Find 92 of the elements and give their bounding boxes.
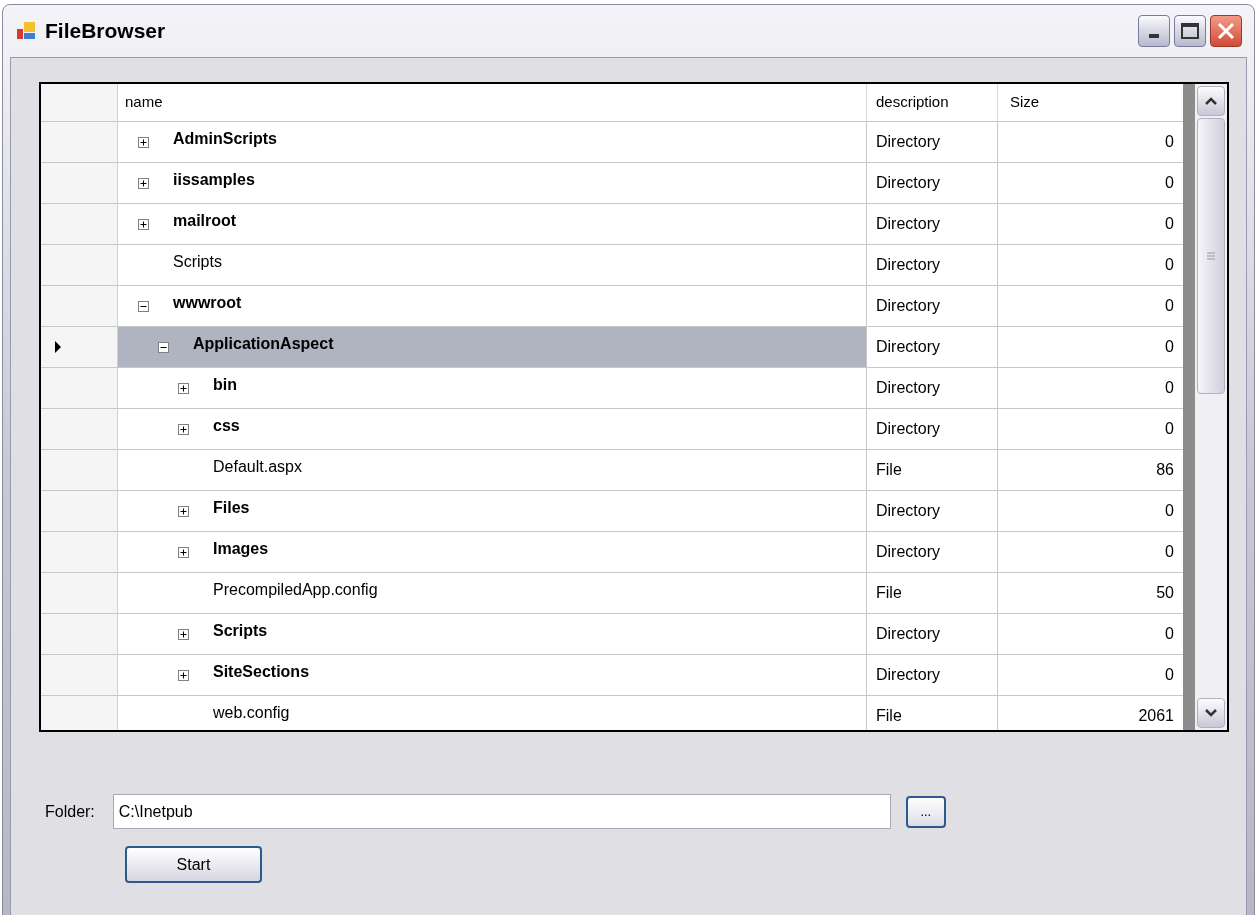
row-header[interactable] [41,491,118,531]
minimize-icon [1149,34,1159,38]
table-cell: 0 [997,532,1182,572]
expand-icon[interactable] [138,218,149,230]
row-header[interactable] [41,614,118,654]
column-header[interactable]: Size [997,84,1182,121]
node-name: mailroot [173,211,237,231]
table-cell: 0 [997,245,1182,285]
scroll-up-button[interactable] [1197,86,1225,116]
expand-icon[interactable] [178,669,189,681]
table-cell: Directory [866,204,997,244]
scroll-thumb[interactable] [1197,118,1225,394]
table-cell: 0 [997,163,1182,203]
browse-button[interactable]: ... [905,795,946,828]
row-header[interactable] [41,655,118,695]
node-name: iissamples [173,170,255,190]
expand-icon[interactable] [178,423,189,435]
scroll-down-button[interactable] [1197,698,1225,728]
node-name: SiteSections [213,662,310,682]
table-cell: Directory [866,409,997,449]
vertical-scrollbar[interactable] [1195,84,1227,730]
node-name: PrecompiledApp.config [213,580,378,600]
table-cell: Directory [866,532,997,572]
close-button[interactable] [1210,15,1242,47]
table-cell: 0 [997,491,1182,531]
maximize-button[interactable] [1174,15,1206,47]
node-name: ApplicationAspect [193,334,334,354]
app-icon [15,20,37,42]
table-cell: Directory [866,286,997,326]
table-cell: Directory [866,655,997,695]
row-header[interactable] [41,286,118,326]
row-header[interactable] [41,122,118,162]
expand-icon[interactable] [178,628,189,640]
collapse-icon[interactable] [138,300,149,312]
table-cell: 0 [997,327,1182,367]
row-header[interactable] [41,573,118,613]
row-header[interactable] [41,532,118,572]
table-cell: File [866,573,997,613]
table-cell: Directory [866,245,997,285]
table-cell: 0 [997,368,1182,408]
start-button[interactable]: Start [125,846,262,883]
node-name: AdminScripts [173,129,277,149]
node-name: Scripts [213,621,268,641]
folder-label: Folder: [45,801,95,822]
window-title: FileBrowser [45,18,166,45]
table-cell: 0 [997,614,1182,654]
table-cell: 50 [997,573,1182,613]
expand-icon[interactable] [138,177,149,189]
table-cell: 0 [997,655,1182,695]
table-cell: File [866,450,997,490]
folder-field[interactable]: C:\Inetpub [112,794,891,829]
table-cell: Directory [866,122,997,162]
expand-icon[interactable] [178,505,189,517]
table-cell: Directory [866,614,997,654]
close-icon [1217,22,1235,40]
grip-icon [1207,252,1215,260]
row-header[interactable] [41,327,118,367]
row-header[interactable] [41,163,118,203]
table-cell: Directory [866,327,997,367]
table-cell: 0 [997,204,1182,244]
row-header[interactable] [41,204,118,244]
collapse-icon[interactable] [158,341,169,353]
expand-icon[interactable] [138,136,149,148]
table-cell: 0 [997,286,1182,326]
node-name: Images [213,539,269,559]
table-cell: Directory [866,368,997,408]
node-name: web.config [213,703,290,723]
row-header[interactable] [41,368,118,408]
table-cell: 86 [997,450,1182,490]
node-name: Scripts [173,252,222,272]
table-cell: Directory [866,491,997,531]
table-cell: 2061 [997,696,1182,730]
expand-icon[interactable] [178,546,189,558]
table-cell: File [866,696,997,730]
node-name: css [213,416,240,436]
node-name: Default.aspx [213,457,302,477]
table-cell: 0 [997,409,1182,449]
row-header[interactable] [41,245,118,285]
column-header[interactable]: name [118,84,866,121]
table-cell: 0 [997,122,1182,162]
column-header[interactable]: description [866,84,997,121]
node-name: bin [213,375,237,395]
node-name: Files [213,498,250,518]
row-header[interactable] [41,409,118,449]
maximize-icon [1181,23,1199,39]
expand-icon[interactable] [178,382,189,394]
table-cell: Directory [866,163,997,203]
node-name: wwwroot [173,293,242,313]
row-header[interactable] [41,450,118,490]
minimize-button[interactable] [1138,15,1170,47]
row-header[interactable] [41,696,118,730]
tree-cell[interactable]: ApplicationAspect [118,327,866,367]
